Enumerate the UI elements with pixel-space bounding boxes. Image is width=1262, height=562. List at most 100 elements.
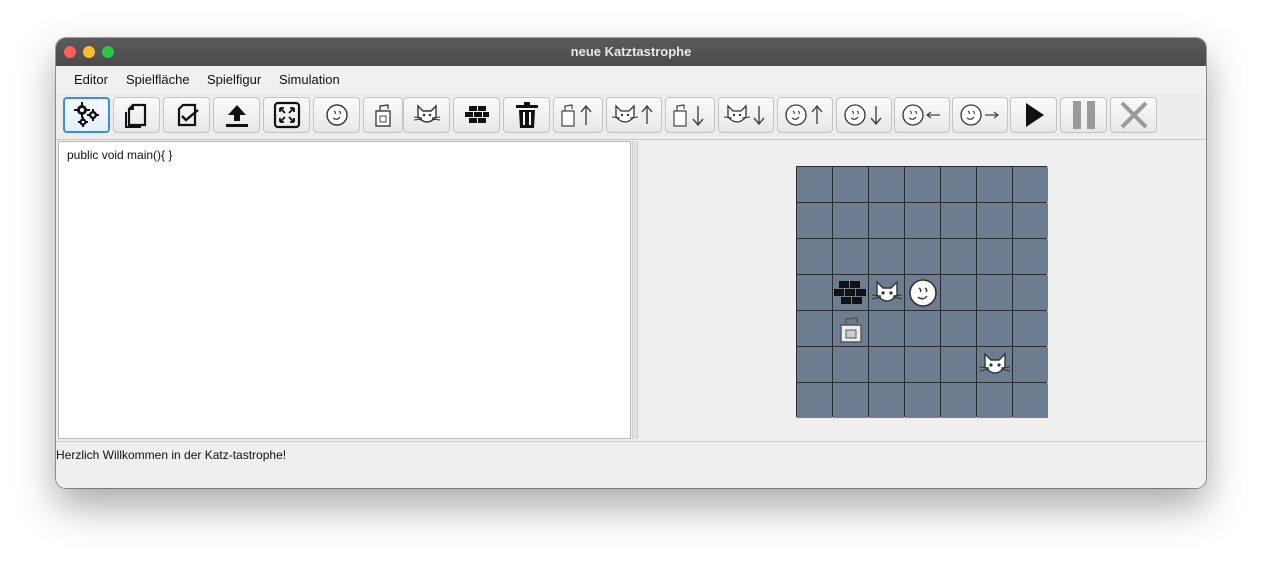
territory-cell[interactable] — [797, 347, 832, 382]
territory-cell[interactable] — [1013, 203, 1048, 238]
territory-cell[interactable] — [797, 311, 832, 346]
territory-cell[interactable] — [905, 347, 940, 382]
close-window-button[interactable] — [64, 46, 76, 58]
territory-cell[interactable] — [869, 167, 904, 202]
status-bar: Herzlich Willkommen in der Katz-tastroph… — [56, 441, 1206, 488]
territory-cell[interactable] — [1013, 347, 1048, 382]
pause-icon — [1072, 101, 1095, 129]
cat-up-button[interactable] — [606, 97, 662, 133]
territory-cell[interactable] — [977, 239, 1012, 274]
territory-cell[interactable] — [941, 239, 976, 274]
territory-cell[interactable] — [905, 203, 940, 238]
cat-up-icon — [611, 104, 653, 124]
menu-editor[interactable]: Editor — [74, 72, 108, 87]
player-up-button[interactable] — [777, 97, 833, 133]
territory-cell[interactable] — [905, 383, 940, 418]
territory-cell[interactable] — [1013, 383, 1048, 418]
cat-icon — [413, 104, 440, 123]
menu-spielflaeche[interactable]: Spielfläche — [126, 72, 190, 87]
territory-cell[interactable] — [869, 203, 904, 238]
resize-territory-button[interactable] — [263, 97, 310, 133]
maximize-window-button[interactable] — [102, 46, 114, 58]
territory-cell[interactable] — [941, 311, 976, 346]
food-down-button[interactable] — [665, 97, 715, 133]
territory-cell[interactable] — [941, 347, 976, 382]
gears-icon — [73, 102, 99, 127]
territory-cell[interactable] — [833, 383, 868, 418]
territory-cell[interactable] — [869, 347, 904, 382]
cat-down-icon — [723, 104, 765, 126]
place-food-button[interactable] — [363, 97, 403, 133]
territory-cell[interactable] — [833, 347, 868, 382]
territory-cell[interactable] — [977, 275, 1012, 310]
territory-cell[interactable] — [797, 239, 832, 274]
territory-cell[interactable] — [977, 347, 1012, 382]
menu-bar: Editor Spielfläche Spielfigur Simulation — [56, 66, 1206, 93]
cat-down-button[interactable] — [718, 97, 774, 133]
territory-cell[interactable] — [833, 239, 868, 274]
territory-cell[interactable] — [797, 203, 832, 238]
app-window: neue Katztastrophe Editor Spielfläche Sp… — [56, 38, 1206, 488]
menu-spielfigur[interactable]: Spielfigur — [207, 72, 261, 87]
territory-cell[interactable] — [1013, 275, 1048, 310]
territory-cell[interactable] — [869, 311, 904, 346]
title-bar: neue Katztastrophe — [56, 38, 1206, 66]
stop-button[interactable] — [1110, 97, 1157, 133]
menu-simulation[interactable]: Simulation — [279, 72, 340, 87]
territory-cell[interactable] — [1013, 167, 1048, 202]
territory-cell[interactable] — [833, 167, 868, 202]
territory-cell[interactable] — [1013, 239, 1048, 274]
player-left-button[interactable] — [894, 97, 950, 133]
compile-button[interactable] — [63, 97, 110, 133]
player-up-icon — [785, 104, 823, 126]
territory-cell[interactable] — [833, 275, 868, 310]
territory-cell[interactable] — [977, 167, 1012, 202]
territory-cell[interactable] — [1013, 311, 1048, 346]
territory-cell[interactable] — [797, 275, 832, 310]
territory-cell[interactable] — [977, 311, 1012, 346]
pause-button[interactable] — [1060, 97, 1107, 133]
new-file-button[interactable] — [113, 97, 160, 133]
territory-cell[interactable] — [905, 167, 940, 202]
code-text: public void main(){ } — [67, 148, 173, 162]
territory-cell[interactable] — [941, 167, 976, 202]
territory-cell[interactable] — [797, 167, 832, 202]
territory-grid[interactable] — [796, 166, 1048, 418]
territory-cell[interactable] — [977, 203, 1012, 238]
place-player-button[interactable] — [313, 97, 360, 133]
toolbar — [56, 93, 1206, 140]
trash-icon — [515, 102, 538, 128]
expand-icon — [273, 101, 300, 129]
territory-cell[interactable] — [833, 311, 868, 346]
player-down-icon — [844, 104, 882, 126]
code-editor[interactable]: public void main(){ } — [58, 141, 631, 439]
territory-cell[interactable] — [833, 203, 868, 238]
territory-cell[interactable] — [869, 275, 904, 310]
cat-icon — [871, 278, 903, 308]
upload-button[interactable] — [213, 97, 260, 133]
territory-cell[interactable] — [797, 383, 832, 418]
territory-cell[interactable] — [905, 275, 940, 310]
player-down-button[interactable] — [836, 97, 892, 133]
place-cat-button[interactable] — [403, 97, 450, 133]
wall-icon — [464, 106, 489, 123]
player-right-button[interactable] — [952, 97, 1008, 133]
territory-cell[interactable] — [905, 239, 940, 274]
territory-cell[interactable] — [905, 311, 940, 346]
delete-button[interactable] — [503, 97, 550, 133]
stop-icon — [1120, 101, 1147, 129]
territory-cell[interactable] — [869, 239, 904, 274]
open-document-icon — [177, 103, 199, 127]
play-button[interactable] — [1010, 97, 1057, 133]
player-icon — [908, 278, 938, 308]
food-up-button[interactable] — [553, 97, 603, 133]
territory-cell[interactable] — [941, 203, 976, 238]
open-file-button[interactable] — [163, 97, 210, 133]
minimize-window-button[interactable] — [83, 46, 95, 58]
territory-cell[interactable] — [941, 275, 976, 310]
place-wall-button[interactable] — [453, 97, 500, 133]
food-down-icon — [673, 104, 704, 127]
territory-cell[interactable] — [977, 383, 1012, 418]
territory-cell[interactable] — [941, 383, 976, 418]
territory-cell[interactable] — [869, 383, 904, 418]
